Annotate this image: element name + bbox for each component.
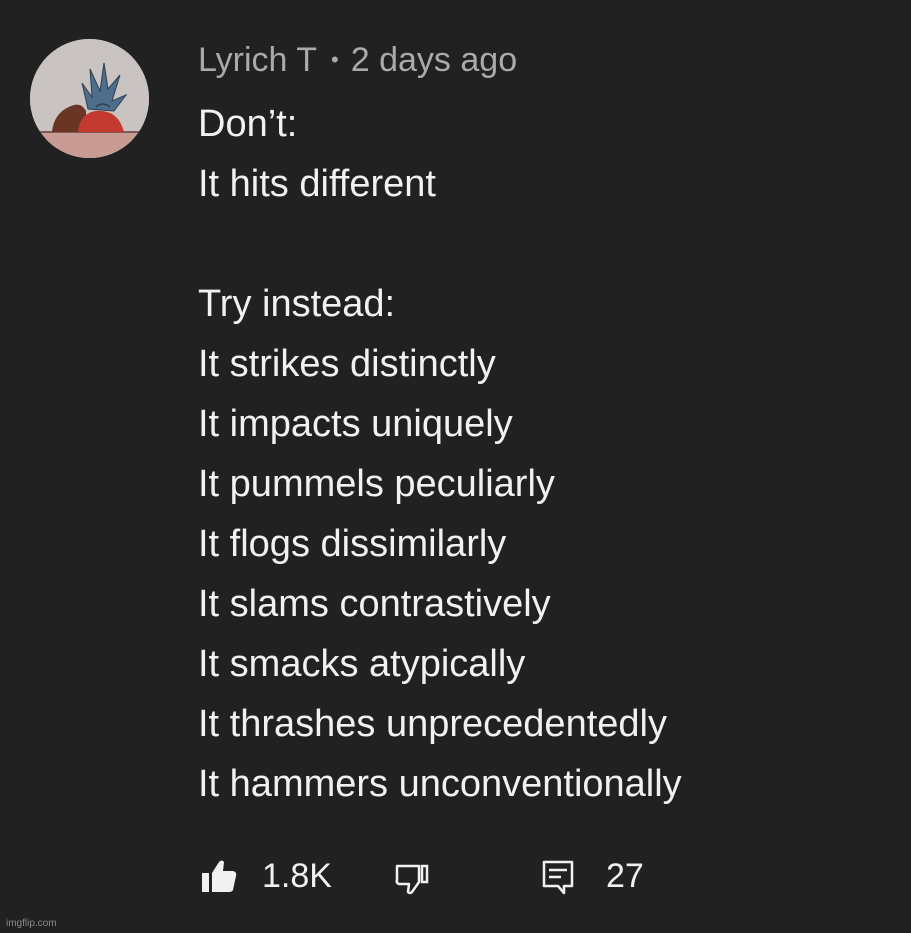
- comment-line: It flogs dissimilarly: [198, 523, 507, 565]
- thumbs-up-icon: [202, 860, 237, 892]
- comment-line: Don’t:: [198, 103, 298, 145]
- comment-line: Try instead:: [198, 283, 396, 325]
- comment-header: Lyrich T • 2 days ago: [198, 38, 517, 82]
- author-name[interactable]: Lyrich T: [198, 41, 317, 79]
- comment-line: It smacks atypically: [198, 643, 526, 685]
- comment-line: It impacts uniquely: [198, 403, 513, 445]
- comment-line: It hammers unconventionally: [198, 763, 682, 805]
- dislike-button[interactable]: [392, 850, 432, 902]
- comment-line: It strikes distinctly: [198, 343, 496, 385]
- reply-button[interactable]: 27: [538, 850, 644, 902]
- reply-count: 27: [606, 857, 644, 895]
- comment-line: It thrashes unprecedentedly: [198, 703, 667, 745]
- comment-actions: 1.8K 27: [198, 850, 698, 902]
- separator-dot: •: [331, 47, 339, 72]
- thumbs-down-icon: [395, 864, 429, 895]
- comment-reply-icon: [542, 860, 574, 895]
- comment-line: It hits different: [198, 163, 436, 205]
- like-count: 1.8K: [262, 857, 332, 895]
- comment-page: Lyrich T • 2 days ago Don’t: It hits diffe…: [0, 0, 911, 933]
- comment-line: It slams contrastively: [198, 583, 551, 625]
- comment-text: Don’t: It hits different Try instead: It…: [198, 94, 888, 814]
- avatar[interactable]: [30, 39, 149, 158]
- timestamp[interactable]: 2 days ago: [351, 41, 517, 79]
- avatar-drawing-icon: [30, 39, 149, 158]
- watermark: imgflip.com: [6, 918, 57, 929]
- comment-line: It pummels peculiarly: [198, 463, 555, 505]
- like-button[interactable]: 1.8K: [198, 850, 332, 902]
